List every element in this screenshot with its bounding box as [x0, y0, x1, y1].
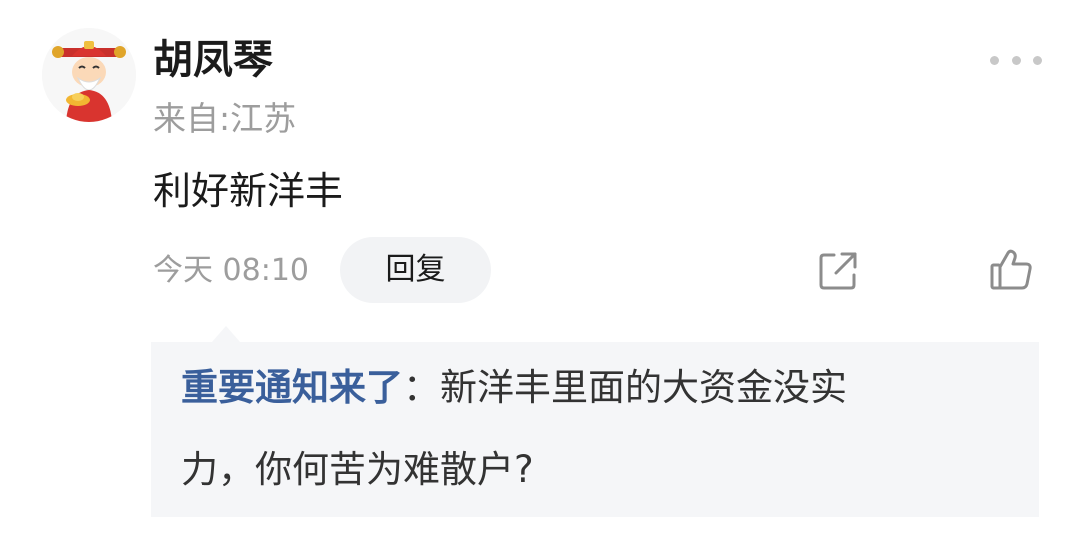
reply-button[interactable]: 回复: [340, 237, 491, 303]
reply-author[interactable]: 重要通知来了: [181, 366, 403, 409]
thumbs-up-icon[interactable]: [988, 246, 1034, 292]
reply-text-line2: 力，你何苦为难散户?: [181, 448, 534, 491]
comment-text: 利好新洋丰: [153, 169, 344, 213]
dot: [990, 55, 999, 65]
reply-text-line1: 新洋丰里面的大资金没实: [440, 366, 847, 409]
more-dots-icon[interactable]: [990, 48, 1042, 72]
quoted-reply[interactable]: 重要通知来了：新洋丰里面的大资金没实 力，你何苦为难散户?: [151, 342, 1039, 517]
reply-separator: ：: [403, 366, 440, 409]
comment-card: 胡凤琴 来自:江苏 利好新洋丰 今天 08:10 回复 重要通知来了：新洋丰里面…: [0, 0, 1080, 535]
location-label: 来自:江苏: [153, 99, 297, 138]
caishen-avatar-icon: [42, 28, 136, 122]
reply-line-1: 重要通知来了：新洋丰里面的大资金没实: [181, 366, 1001, 410]
timestamp: 今天 08:10: [153, 253, 309, 288]
share-icon[interactable]: [816, 249, 860, 293]
avatar[interactable]: [42, 28, 136, 122]
quoted-reply-text: 重要通知来了：新洋丰里面的大资金没实 力，你何苦为难散户?: [181, 366, 1001, 492]
username[interactable]: 胡凤琴: [153, 32, 273, 88]
reply-line-2: 力，你何苦为难散户?: [181, 448, 1001, 492]
dot: [1011, 55, 1021, 65]
dot: [1033, 55, 1042, 65]
reply-pointer: [212, 326, 240, 342]
